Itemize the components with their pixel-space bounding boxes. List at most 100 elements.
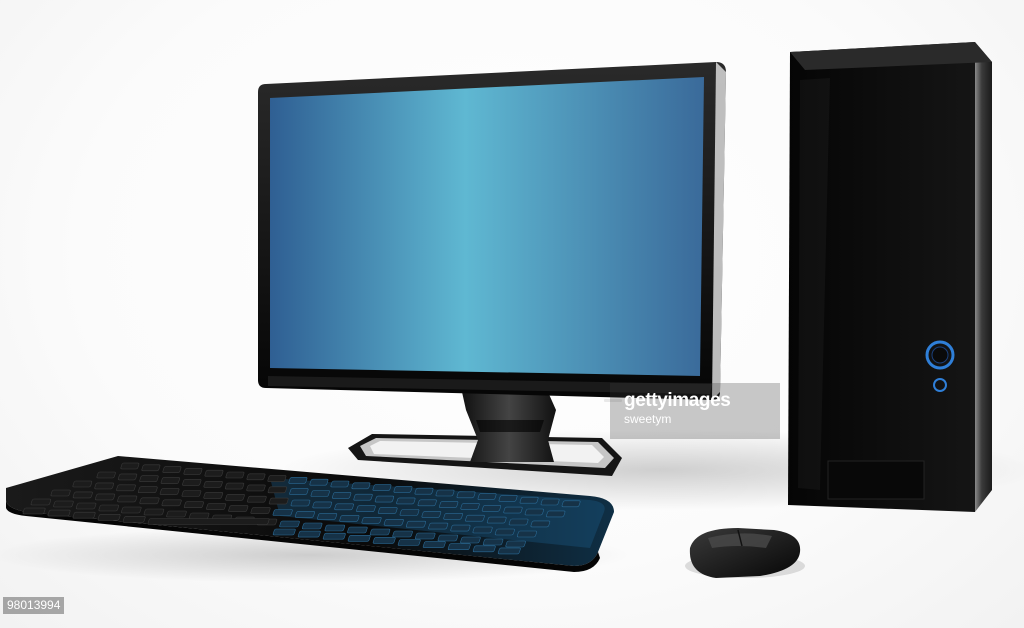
keyboard-key (421, 511, 442, 518)
keyboard-key (166, 510, 187, 518)
watermark-box: gettyimages sweetym (610, 383, 780, 439)
keyboard-key (121, 506, 142, 514)
keyboard-key (353, 493, 373, 501)
keyboard-key (139, 497, 160, 505)
keyboard-key (435, 489, 455, 497)
keyboard-key (294, 511, 315, 518)
keyboard-key (505, 540, 526, 548)
keyboard-key (369, 528, 391, 536)
keyboard-key (397, 539, 421, 546)
keyboard-key (138, 486, 158, 494)
keyboard-key (399, 509, 420, 516)
keyboard-key (324, 524, 346, 532)
keyboard-key (317, 513, 338, 520)
keyboard-key (279, 520, 300, 528)
watermark-credit: sweetym (624, 412, 672, 426)
keyboard-key (309, 478, 329, 486)
keyboard-key (405, 520, 426, 528)
keyboard-key (439, 501, 459, 508)
keyboard-key (482, 538, 504, 546)
keyboard-key (540, 498, 560, 506)
product-photo: gettyimages sweetym 98013994 (0, 0, 1024, 628)
keyboard-key (460, 503, 480, 510)
keyboard-key (322, 532, 346, 540)
keyboard-key (415, 532, 436, 540)
keyboard-key (428, 522, 449, 530)
keyboard-key (472, 545, 496, 553)
keyboard-key (517, 530, 537, 538)
mouse[interactable] (685, 528, 805, 578)
keyboard-key (437, 534, 459, 542)
keyboard-key (267, 475, 287, 482)
keyboard-key (503, 506, 523, 514)
keyboard-key (481, 504, 502, 512)
keyboard-key (117, 495, 138, 503)
keyboard-key (206, 503, 227, 510)
keyboard-key (246, 484, 266, 492)
keyboard-key (561, 500, 581, 508)
keyboard-key (182, 479, 202, 486)
keyboard-key (224, 482, 245, 490)
keyboard-key (267, 486, 287, 494)
keyboard-key (162, 466, 182, 473)
keyboard-key (508, 518, 529, 526)
keyboard-key (50, 489, 71, 497)
keyboard-key (372, 537, 396, 544)
keyboard-key (183, 501, 204, 509)
keyboard-key (477, 493, 497, 500)
monitor (258, 62, 726, 402)
keyboard-key (361, 516, 382, 524)
keyboard-key (117, 473, 138, 481)
keyboard-key (456, 491, 476, 499)
keyboard-key (116, 484, 136, 492)
keyboard-key (288, 477, 308, 484)
keyboard-key (396, 497, 416, 505)
keyboard-key (486, 516, 507, 524)
keyboard-key (351, 482, 371, 490)
drive-bay-slot (827, 460, 925, 500)
keyboard-key (228, 505, 249, 512)
keyboard-key (465, 514, 485, 522)
keyboard-key (377, 507, 398, 514)
keyboard-key (530, 520, 551, 528)
keyboard-key (188, 512, 210, 520)
keyboard-key (47, 509, 71, 517)
keyboard-key (143, 508, 165, 516)
keyboard-key (72, 511, 96, 519)
keyboard-key (72, 491, 93, 499)
keyboard-key (447, 543, 471, 551)
keyboard-key (141, 464, 161, 472)
keyboard-key (203, 480, 223, 488)
keyboard-key (297, 530, 321, 538)
keyboard-spacebar (147, 518, 270, 525)
keyboard-key (347, 534, 371, 542)
keyboard-key (497, 547, 521, 555)
tower-side-panel (975, 42, 992, 512)
keyboard-key (122, 516, 146, 523)
keyboard-key (460, 536, 481, 544)
keyboard-key (339, 515, 360, 522)
keyboard-key (139, 475, 159, 483)
keyboard-key (225, 471, 245, 479)
keyboard-key (94, 482, 115, 490)
keyboard-key (72, 480, 93, 488)
desktop-computer-illustration (0, 42, 1024, 583)
keyboard-key (417, 499, 437, 507)
keyboard-key (225, 493, 245, 501)
keyboard-key (204, 469, 224, 477)
keyboard-key (289, 488, 309, 495)
keyboard-key (97, 513, 121, 521)
keyboard-key (268, 497, 289, 505)
keyboard-key (272, 528, 296, 536)
keyboard-key (310, 490, 330, 497)
keyboard-key (393, 486, 413, 493)
keyboard-key (22, 507, 46, 515)
keyboard-key (494, 528, 515, 536)
keyboard-key (334, 503, 354, 511)
pc-tower (788, 42, 992, 512)
keyboard-key (96, 471, 116, 479)
keyboard-key (450, 524, 471, 532)
keyboard-key (498, 495, 518, 502)
keyboard-key (98, 504, 119, 512)
keyboard-key (372, 484, 392, 491)
